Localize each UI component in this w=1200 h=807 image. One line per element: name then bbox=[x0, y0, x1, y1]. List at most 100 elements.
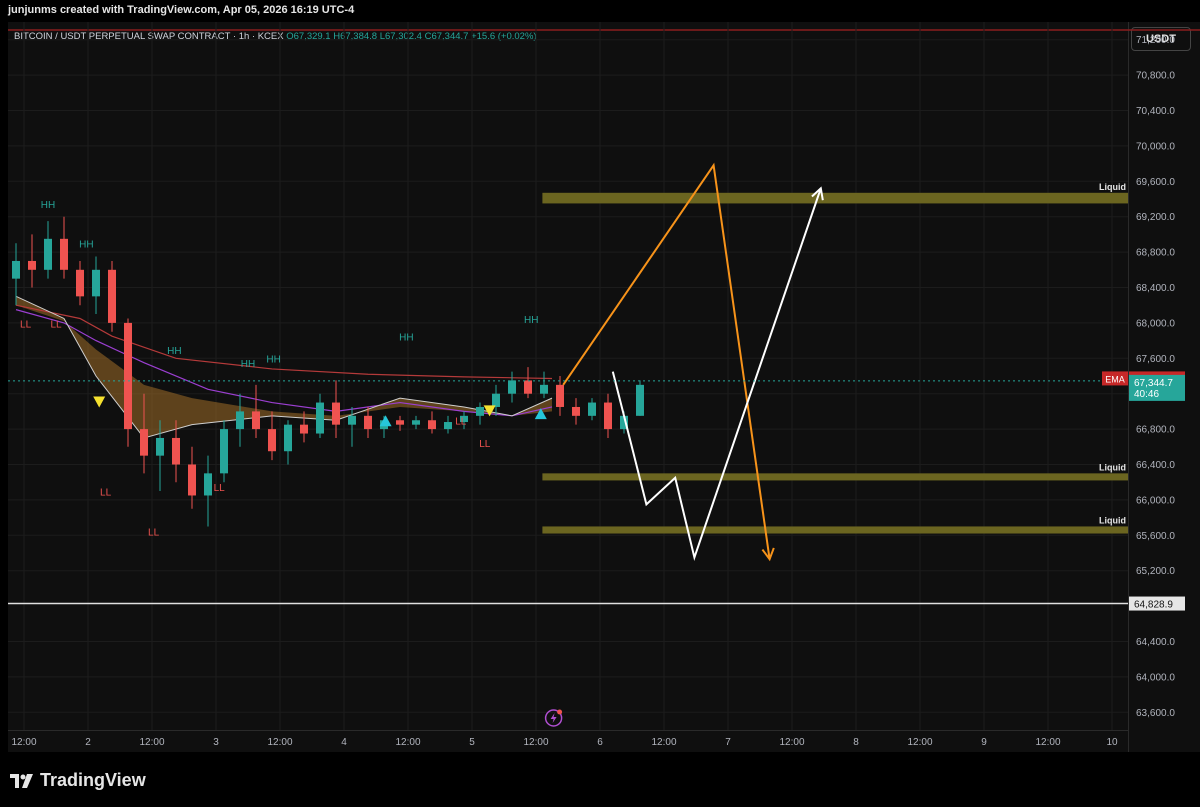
time-tick-label: 12:00 bbox=[651, 737, 676, 748]
time-tick-label: 12:00 bbox=[1035, 737, 1060, 748]
support-price-label: 64,828.9 bbox=[1134, 600, 1173, 611]
candle-body bbox=[92, 269, 100, 297]
time-tick-label: 10 bbox=[1106, 737, 1118, 748]
swing-marker-label: HH bbox=[167, 346, 181, 357]
candle-body bbox=[396, 420, 404, 425]
price-tick-label: 69,200.0 bbox=[1136, 212, 1175, 223]
swing-marker-label: LL bbox=[214, 483, 226, 494]
candle-body bbox=[60, 238, 68, 270]
candle-body bbox=[268, 429, 276, 452]
candle-body bbox=[316, 402, 324, 434]
price-tick-label: 68,800.0 bbox=[1136, 248, 1175, 259]
candle-body bbox=[204, 473, 212, 496]
time-tick-label: 12:00 bbox=[523, 737, 548, 748]
price-tick-label: 70,800.0 bbox=[1136, 71, 1175, 82]
time-tick-label: 2 bbox=[85, 737, 91, 748]
candle-body bbox=[76, 269, 84, 297]
price-tick-label: 71,200.0 bbox=[1136, 35, 1175, 46]
price-tick-label: 68,400.0 bbox=[1136, 283, 1175, 294]
liquidity-zone bbox=[542, 192, 1128, 204]
price-tick-label: 70,000.0 bbox=[1136, 141, 1175, 152]
candle-body bbox=[172, 437, 180, 465]
swing-marker-label: HH bbox=[41, 200, 55, 211]
liquidity-zone bbox=[542, 526, 1128, 534]
candle-body bbox=[108, 269, 116, 323]
candle-body bbox=[348, 415, 356, 425]
time-tick-label: 12:00 bbox=[395, 737, 420, 748]
signal-triangle-icon bbox=[93, 396, 106, 408]
candle-body bbox=[44, 238, 52, 270]
time-tick-label: 12:00 bbox=[11, 737, 36, 748]
time-tick-label: 7 bbox=[725, 737, 731, 748]
price-tick-label: 64,400.0 bbox=[1136, 637, 1175, 648]
time-tick-label: 12:00 bbox=[267, 737, 292, 748]
candle-body bbox=[572, 406, 580, 416]
candle-body bbox=[236, 411, 244, 430]
price-tick-label: 69,600.0 bbox=[1136, 177, 1175, 188]
swing-marker-label: HH bbox=[524, 315, 538, 326]
liquidity-zone-label: Liquid bbox=[1099, 462, 1126, 472]
candle-body bbox=[188, 464, 196, 496]
swing-marker-label: LL bbox=[479, 439, 491, 450]
candle-body bbox=[556, 384, 564, 407]
candle-body bbox=[428, 420, 436, 430]
candle-body bbox=[412, 420, 420, 425]
time-tick-label: 12:00 bbox=[779, 737, 804, 748]
swing-marker-label: HH bbox=[79, 240, 93, 251]
liquidity-zone-label: Liquid bbox=[1099, 182, 1126, 192]
time-tick-label: 5 bbox=[469, 737, 475, 748]
time-tick-label: 6 bbox=[597, 737, 603, 748]
chart-canvas[interactable]: 71,200.0 70,800.0 70,400.0 70,000.0 69,600.0… bbox=[0, 0, 1200, 807]
countdown-label: 40:46 bbox=[1134, 389, 1159, 400]
candle-body bbox=[540, 384, 548, 394]
time-tick-label: 3 bbox=[213, 737, 219, 748]
candle-body bbox=[444, 422, 452, 430]
candle-body bbox=[140, 429, 148, 456]
swing-marker-label: LL bbox=[455, 417, 467, 428]
candle-body bbox=[284, 424, 292, 452]
candle-body bbox=[364, 415, 372, 430]
swing-marker-label: HH bbox=[266, 355, 280, 366]
candle-body bbox=[508, 380, 516, 394]
price-tick-label: 70,400.0 bbox=[1136, 106, 1175, 117]
time-tick-label: 12:00 bbox=[907, 737, 932, 748]
candle-body bbox=[492, 393, 500, 407]
flash-bolt-icon bbox=[550, 713, 557, 723]
candle-body bbox=[604, 402, 612, 430]
last-price-label: 67,344.7 bbox=[1134, 378, 1173, 389]
ema-tag: EMA bbox=[1105, 374, 1125, 384]
candle-body bbox=[524, 380, 532, 394]
swing-marker-label: LL bbox=[100, 487, 112, 498]
price-tick-label: 68,000.0 bbox=[1136, 318, 1175, 329]
price-tick-label: 64,000.0 bbox=[1136, 672, 1175, 683]
time-tick-label: 9 bbox=[981, 737, 987, 748]
time-tick-label: 12:00 bbox=[139, 737, 164, 748]
time-tick-label: 8 bbox=[853, 737, 859, 748]
price-tick-label: 65,200.0 bbox=[1136, 566, 1175, 577]
candle-body bbox=[636, 384, 644, 416]
liquidity-zone bbox=[542, 473, 1128, 481]
swing-marker-label: LL bbox=[148, 527, 160, 538]
liquidity-zone-label: Liquid bbox=[1099, 515, 1126, 525]
candle-body bbox=[156, 437, 164, 456]
price-tick-label: 65,600.0 bbox=[1136, 531, 1175, 542]
candle-body bbox=[332, 402, 340, 425]
time-tick-label: 4 bbox=[341, 737, 347, 748]
candle-body bbox=[220, 429, 228, 474]
candle-body bbox=[12, 260, 20, 279]
price-tick-label: 66,400.0 bbox=[1136, 460, 1175, 471]
candle-body bbox=[124, 322, 132, 430]
swing-marker-label: LL bbox=[50, 319, 62, 330]
price-tick-label: 63,600.0 bbox=[1136, 708, 1175, 719]
alert-dot-icon bbox=[557, 709, 563, 715]
candle-body bbox=[28, 260, 36, 270]
candle-body bbox=[252, 411, 260, 430]
price-tick-label: 66,000.0 bbox=[1136, 495, 1175, 506]
price-tick-label: 67,600.0 bbox=[1136, 354, 1175, 365]
projection-path-white bbox=[611, 188, 822, 561]
swing-marker-label: HH bbox=[241, 359, 255, 370]
price-tick-label: 66,800.0 bbox=[1136, 425, 1175, 436]
candle-body bbox=[300, 424, 308, 434]
candle-body bbox=[588, 402, 596, 416]
swing-marker-label: LL bbox=[20, 319, 32, 330]
